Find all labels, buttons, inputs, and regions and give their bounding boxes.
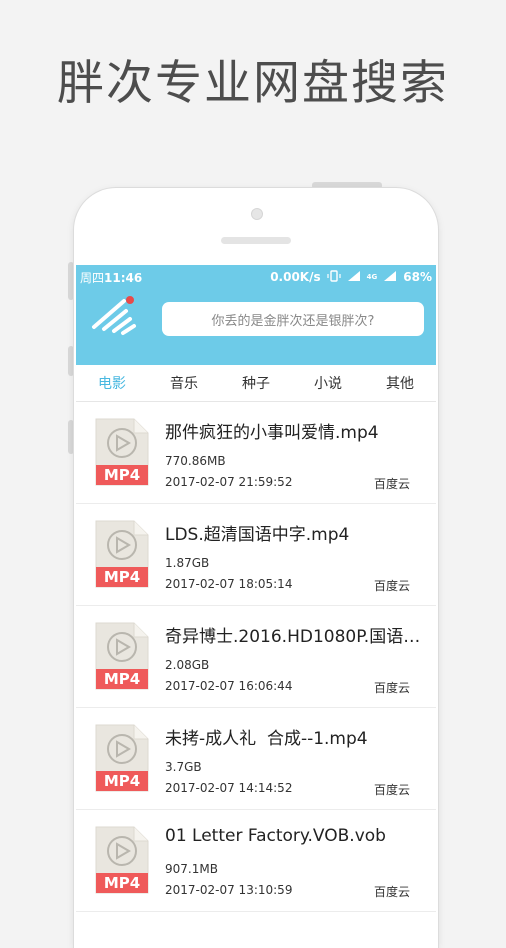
file-name: 奇异博士.2016.HD1080P.国语中字.mp4 [165,627,425,647]
file-badge: MP4 [103,466,141,484]
status-bar: 周四11:46 0.00K/s 4G 68% [76,265,436,289]
file-source: 百度云 [373,477,410,491]
list-item[interactable]: MP4 奇异博士.2016.HD1080P.国语中字.mp4 2.08GB 20… [76,606,436,708]
app-screen: 周四11:46 0.00K/s 4G 68% 你丢的是金胖次还是银胖次? 电影 … [76,265,436,948]
tab-other[interactable]: 其他 [364,373,436,393]
file-size: 1.87GB [165,556,210,570]
mp4-file-icon: MP4 [94,723,150,793]
file-name: LDS.超清国语中字.mp4 [165,525,350,545]
tab-music[interactable]: 音乐 [148,373,220,393]
file-source: 百度云 [373,579,410,593]
file-date: 2017-02-07 18:05:14 [165,577,293,591]
status-weekday: 周四 [80,270,105,285]
mp4-file-icon: MP4 [94,825,150,895]
camera [251,208,263,220]
promo-headline: 胖次专业网盘搜索 [57,56,449,111]
app-logo-icon [90,293,140,339]
file-size: 770.86MB [165,454,226,468]
status-time: 11:46 [104,270,143,285]
mp4-file-icon: MP4 [94,621,150,691]
category-tabs: 电影 音乐 种子 小说 其他 [76,365,436,402]
file-name: 未拷-成人礼 合成--1.mp4 [165,729,368,749]
file-date: 2017-02-07 16:06:44 [165,679,293,693]
signal-icon [347,270,361,285]
list-item[interactable]: MP4 LDS.超清国语中字.mp4 1.87GB 2017-02-07 18:… [76,504,436,606]
file-badge: MP4 [103,772,141,790]
file-date: 2017-02-07 21:59:52 [165,475,293,489]
app-bar: 你丢的是金胖次还是银胖次? [76,289,436,365]
file-size: 3.7GB [165,760,202,774]
file-size: 907.1MB [165,862,218,876]
search-input[interactable]: 你丢的是金胖次还是银胖次? [162,302,424,336]
file-source: 百度云 [373,783,410,797]
battery-level: 68% [403,270,432,284]
signal-icon-2 [383,270,397,285]
tab-novel[interactable]: 小说 [292,373,364,393]
file-date: 2017-02-07 13:10:59 [165,883,293,897]
file-source: 百度云 [373,681,410,695]
file-name: 那件疯狂的小事叫爱情.mp4 [165,423,379,443]
file-name: 01 Letter Factory.VOB.vob [165,826,386,846]
mp4-file-icon: MP4 [94,417,150,487]
file-date: 2017-02-07 14:14:52 [165,781,293,795]
file-size: 2.08GB [165,658,210,672]
phone-frame: 周四11:46 0.00K/s 4G 68% 你丢的是金胖次还是银胖次? 电影 … [74,188,438,948]
vibrate-icon [327,269,341,285]
mp4-file-icon: MP4 [94,519,150,589]
status-clock: 周四11:46 [80,269,270,286]
tab-torrent[interactable]: 种子 [220,373,292,393]
file-badge: MP4 [103,670,141,688]
list-item[interactable]: MP4 那件疯狂的小事叫爱情.mp4 770.86MB 2017-02-07 2… [76,402,436,504]
speaker [221,237,291,244]
file-badge: MP4 [103,874,141,892]
list-item[interactable]: MP4 01 Letter Factory.VOB.vob 907.1MB 20… [76,810,436,912]
tab-movie[interactable]: 电影 [76,373,148,393]
file-source: 百度云 [373,885,410,899]
net-speed: 0.00K/s [270,270,321,284]
network-type: 4G [366,273,378,281]
top-bar: 周四11:46 0.00K/s 4G 68% 你丢的是金胖次还是银胖次? [76,265,436,365]
file-badge: MP4 [103,568,141,586]
list-item[interactable]: MP4 未拷-成人礼 合成--1.mp4 3.7GB 2017-02-07 14… [76,708,436,810]
file-list: MP4 那件疯狂的小事叫爱情.mp4 770.86MB 2017-02-07 2… [76,402,436,912]
